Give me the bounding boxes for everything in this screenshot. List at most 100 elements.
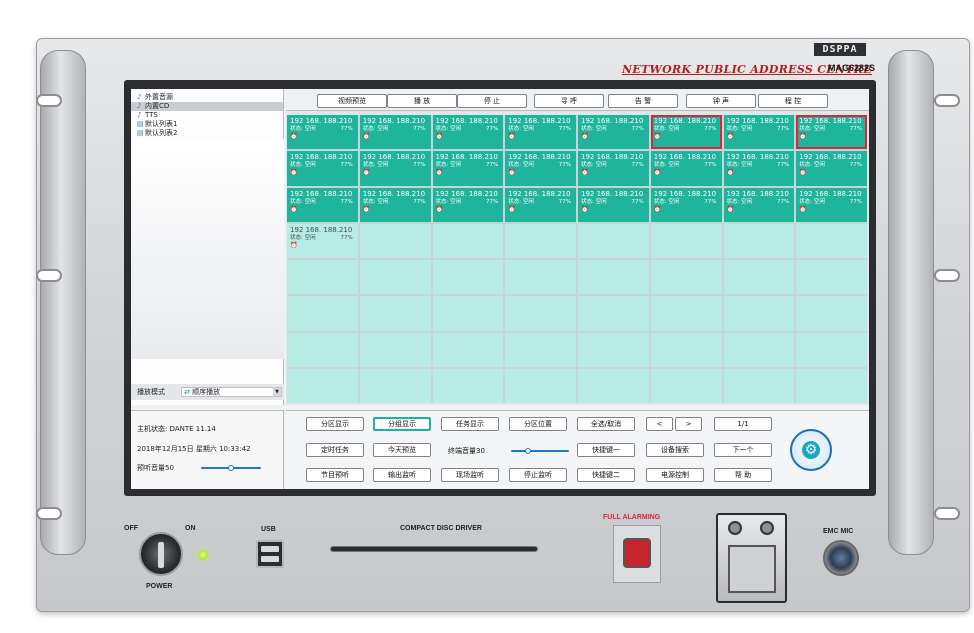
tab-bell[interactable]: 钟 声 xyxy=(686,94,756,108)
prev-page-button[interactable]: < xyxy=(646,417,673,431)
terminal-ip: 192 168. 188.210 xyxy=(290,225,353,234)
terminal-ip: 192 168. 188.210 xyxy=(435,117,498,125)
terminal-tile[interactable]: 192 168. 188.210 状态: 空闲 77% ⏰ xyxy=(359,151,431,186)
terminal-ip: 192 168. 188.210 xyxy=(653,117,717,125)
tab-video-preview[interactable]: 视频预览 xyxy=(317,94,387,108)
terminal-status: 状态: 空闲 77% xyxy=(436,125,502,133)
source-item-external[interactable]: ♪ 外置音源 xyxy=(131,93,283,102)
terminal-tile[interactable]: 192 168. 188.210 状态: 空闲 77% ⏰ xyxy=(796,151,867,186)
terminal-status: 状态: 空闲 77% xyxy=(508,161,574,169)
playlist-item-2[interactable]: ▤默认列表2 xyxy=(131,129,283,138)
settings-button[interactable]: ⚙ xyxy=(790,429,832,471)
terminal-tile[interactable]: 192 168. 188.210 状态: 空闲 77% ⏰ xyxy=(578,151,649,186)
terminal-volume: 77% xyxy=(704,198,717,205)
empty-slot xyxy=(723,260,795,295)
chevron-down-icon[interactable]: ▼ xyxy=(273,388,281,396)
terminal-tile[interactable]: 192 168. 188.210 状态: 空闲 77% ⏰ xyxy=(505,187,576,222)
tab-play[interactable]: 播 放 xyxy=(387,94,457,108)
shortcut-2-button[interactable]: 快捷键二 xyxy=(577,468,635,482)
terminal-volume: 77% xyxy=(413,162,426,169)
empty-slot xyxy=(796,296,867,331)
alarm-clock-icon: ⏰ xyxy=(799,169,807,177)
terminal-tile[interactable]: 192 168. 188.210 状态: 空闲 77% ⏰ xyxy=(359,115,431,150)
playlist-icon: ▤ xyxy=(137,129,144,137)
terminal-ip: 192 168. 188.210 xyxy=(799,153,862,162)
help-button[interactable]: 帮 助 xyxy=(714,468,772,482)
usb-port[interactable] xyxy=(256,540,284,568)
terminal-tile[interactable]: 192 168. 188.210 状态: 空闲 77% ⏰ xyxy=(578,187,649,222)
terminal-ip: 192 168. 188.210 xyxy=(653,153,717,162)
playlist-item-1[interactable]: ▤默认列表1 xyxy=(131,120,283,129)
terminal-volume-slider[interactable] xyxy=(511,450,569,452)
terminal-tile[interactable]: 192 168. 188.210 状态: 空闲 77% ⏰ xyxy=(650,151,722,186)
today-preview-button[interactable]: 今天预览 xyxy=(373,443,431,457)
zone-display-button[interactable]: 分区显示 xyxy=(306,417,364,431)
terminal-tile[interactable]: 192 168. 188.210 状态: 空闲 77% ⏰ xyxy=(796,115,867,150)
terminal-tile[interactable]: 192 168. 188.210 状态: 空闲 77% ⏰ xyxy=(432,187,504,222)
tab-program-control[interactable]: 程 控 xyxy=(758,94,828,108)
empty-slot xyxy=(578,223,649,258)
terminal-tile[interactable]: 192 168. 188.210 状态: 空闲 77% ⏰ xyxy=(796,187,867,222)
empty-slot xyxy=(432,223,504,258)
terminal-tile[interactable]: 192 168. 188.210 状态: 空闲 77% ⏰ xyxy=(287,151,358,186)
alarm-clock-icon: ⏰ xyxy=(362,205,371,213)
terminal-tile[interactable]: 192 168. 188.210 状态: 空闲 77% ⏰ xyxy=(505,151,576,186)
group-display-button[interactable]: 分组显示 xyxy=(373,417,431,431)
next-button[interactable]: 下一个 xyxy=(714,443,772,457)
terminal-ip: 192 168. 188.210 xyxy=(726,189,789,198)
next-page-button[interactable]: > xyxy=(675,417,702,431)
terminal-tile[interactable]: 192 168. 188.210 状态: 空闲 77% ⏰ xyxy=(432,115,504,150)
alarm-clock-icon: ⏰ xyxy=(435,133,443,140)
alarm-clock-icon: ⏰ xyxy=(508,133,516,140)
screw-icon xyxy=(728,521,742,535)
task-display-button[interactable]: 任务显示 xyxy=(441,417,499,431)
live-monitor-button[interactable]: 现场监听 xyxy=(441,468,499,482)
terminal-tile[interactable]: 192 168. 188.210 状态: 空闲 77% ⏰ xyxy=(723,187,795,222)
terminal-tile[interactable]: 192 168. 188.210 状态: 空闲 77% ⏰ xyxy=(287,223,358,258)
cd-slot[interactable] xyxy=(330,546,538,552)
play-mode-select[interactable]: ⇄ 顺序播放 ▼ xyxy=(181,387,282,397)
alarm-label: FULL ALARMING xyxy=(603,514,661,521)
terminal-status: 状态: 空闲 77% xyxy=(290,125,356,133)
source-item-cd[interactable]: ♪ 内置CD xyxy=(131,102,283,111)
full-alarm-button[interactable] xyxy=(623,538,651,568)
terminal-tile[interactable]: 192 168. 188.210 状态: 空闲 77% ⏰ xyxy=(287,115,358,150)
brand-logo: DSPPA xyxy=(814,43,866,56)
source-item-tts[interactable]: ♪ TTS xyxy=(131,111,283,120)
stop-monitor-button[interactable]: 停止监听 xyxy=(509,468,567,482)
output-monitor-button[interactable]: 输出监听 xyxy=(373,468,431,482)
latch-plate[interactable] xyxy=(728,545,776,593)
terminal-volume: 77% xyxy=(777,126,790,132)
power-control-button[interactable]: 电源控制 xyxy=(646,468,704,482)
device-search-button[interactable]: 设备搜索 xyxy=(646,443,704,457)
terminal-volume: 77% xyxy=(340,162,353,169)
program-preview-button[interactable]: 节目预听 xyxy=(306,468,364,482)
datetime: 2018年12月15日 星期六 10:33:42 xyxy=(137,445,251,453)
empty-slot xyxy=(723,368,795,403)
terminal-tile[interactable]: 192 168. 188.210 状态: 空闲 77% ⏰ xyxy=(505,115,576,150)
timed-task-button[interactable]: 定时任务 xyxy=(306,443,364,457)
preview-volume-knob[interactable] xyxy=(228,465,234,471)
terminal-tile[interactable]: 192 168. 188.210 状态: 空闲 77% ⏰ xyxy=(650,187,722,222)
terminal-ip: 192 168. 188.210 xyxy=(362,117,426,125)
terminal-tile[interactable]: 192 168. 188.210 状态: 空闲 77% ⏰ xyxy=(359,187,431,222)
empty-slot xyxy=(287,296,358,331)
terminal-tile[interactable]: 192 168. 188.210 状态: 空闲 77% ⏰ xyxy=(432,151,504,186)
terminal-status: 状态: 空闲 77% xyxy=(363,161,429,169)
terminal-tile[interactable]: 192 168. 188.210 状态: 空闲 77% ⏰ xyxy=(287,187,358,222)
terminal-tile[interactable]: 192 168. 188.210 状态: 空闲 77% ⏰ xyxy=(723,151,795,186)
power-key-switch[interactable] xyxy=(139,532,183,576)
terminal-tile[interactable]: 192 168. 188.210 状态: 空闲 77% ⏰ xyxy=(578,115,649,150)
tab-paging[interactable]: 寻 呼 xyxy=(534,94,604,108)
terminal-tile[interactable]: 192 168. 188.210 状态: 空闲 77% ⏰ xyxy=(650,115,722,150)
mic-connector[interactable] xyxy=(823,540,859,576)
shortcut-1-button[interactable]: 快捷键一 xyxy=(577,443,635,457)
select-all-button[interactable]: 全选/取消 xyxy=(577,417,635,431)
tab-alarm[interactable]: 告 警 xyxy=(608,94,678,108)
zone-position-button[interactable]: 分区位置 xyxy=(509,417,567,431)
terminal-state: 状态: 空闲 xyxy=(581,198,607,205)
terminal-volume-label: 终端音量30 xyxy=(448,447,485,455)
tab-stop[interactable]: 停 止 xyxy=(457,94,527,108)
terminal-volume-knob[interactable] xyxy=(525,448,532,454)
terminal-tile[interactable]: 192 168. 188.210 状态: 空闲 77% ⏰ xyxy=(723,115,795,150)
